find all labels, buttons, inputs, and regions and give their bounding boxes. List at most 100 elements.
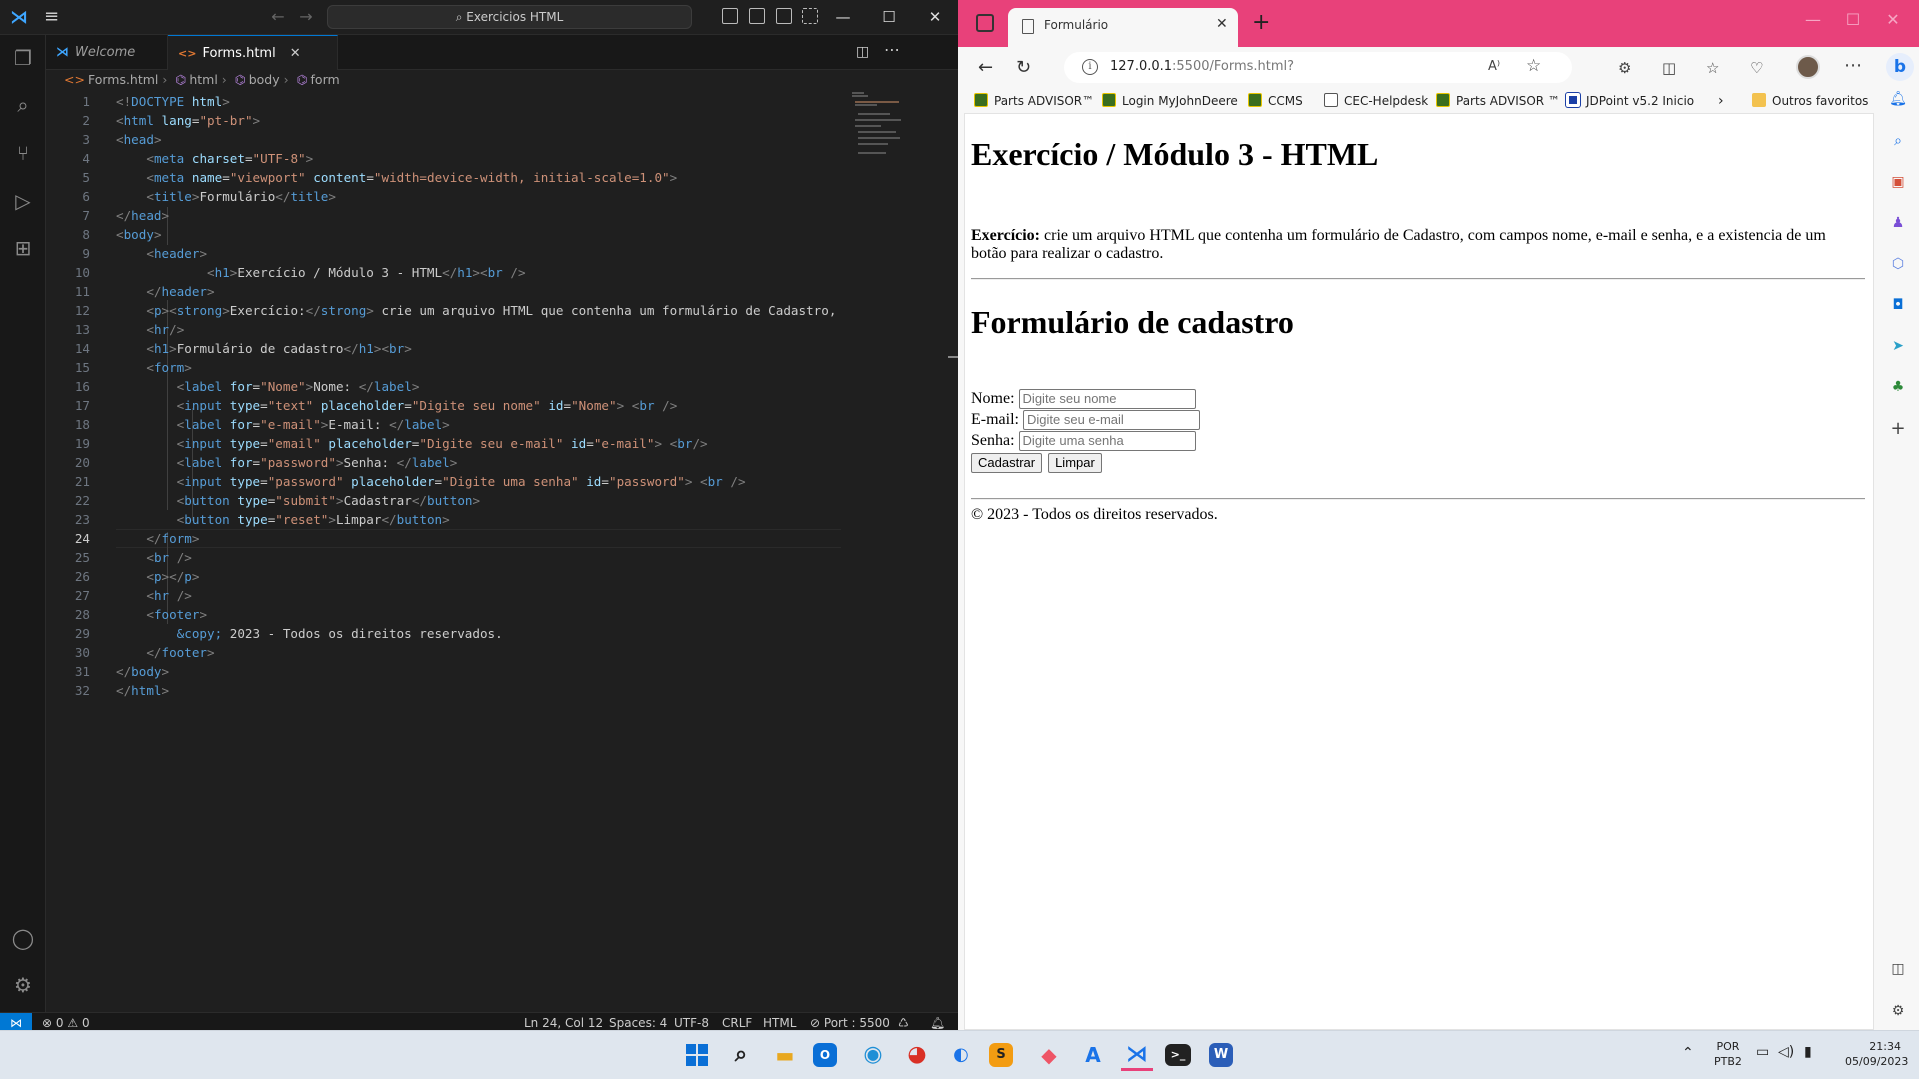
file-explorer-icon[interactable]: ▬ (769, 1039, 801, 1071)
battery-icon[interactable]: ▮ (1804, 1044, 1812, 1060)
menu-hamburger-icon[interactable]: ≡ (44, 6, 64, 28)
more-actions-icon[interactable]: ⋯ (884, 40, 900, 59)
tree-icon[interactable]: ♣ (1888, 377, 1908, 397)
language-mode[interactable]: HTML (763, 1013, 796, 1030)
tools-icon[interactable]: ▣ (1888, 172, 1908, 192)
favorite-star-icon[interactable]: ☆ (1526, 56, 1541, 76)
outlook-icon[interactable]: ◘ (1888, 295, 1908, 315)
email-input[interactable]: Digite seu e-mail (1022, 410, 1200, 430)
explorer-icon[interactable]: ❐ (10, 45, 36, 71)
forward-arrow-icon[interactable]: → (296, 7, 316, 27)
nome-input[interactable]: Digite seu nome (1018, 389, 1196, 409)
breadcrumb-form[interactable]: form (311, 72, 340, 87)
breadcrumb-html[interactable]: html (189, 72, 217, 87)
close-window-button[interactable]: ✕ (1878, 10, 1908, 29)
browser-essentials-icon[interactable]: ♡ (1750, 59, 1763, 77)
maximize-button[interactable]: ☐ (876, 5, 902, 29)
toggle-secondary-sidebar-icon[interactable] (776, 8, 792, 24)
colorful-app-icon[interactable]: ◆ (1033, 1039, 1065, 1071)
hide-sidebar-icon[interactable]: ◫ (1888, 959, 1908, 979)
back-arrow-icon[interactable]: ← (268, 7, 288, 27)
cadastrar-button[interactable]: Cadastrar (971, 453, 1043, 473)
browser-tab[interactable]: Formulário ✕ (1008, 8, 1238, 47)
extensions-icon[interactable]: ⊞ (10, 235, 36, 261)
run-debug-icon[interactable]: ▷ (10, 188, 36, 214)
edge-icon[interactable]: ◉ (857, 1039, 889, 1071)
tab-forms-html[interactable]: <> Forms.html ✕ (168, 35, 338, 70)
profile-avatar[interactable] (1796, 55, 1820, 79)
breadcrumb-file[interactable]: Forms.html (88, 72, 158, 87)
tab-actions-icon[interactable] (976, 14, 994, 32)
bing-copilot-icon[interactable]: b (1886, 53, 1914, 81)
bell-icon[interactable]: 🔔︎ (1888, 89, 1908, 109)
settings-gear-icon[interactable]: ⚙ (10, 972, 36, 998)
indentation-setting[interactable]: Spaces: 4 (609, 1013, 667, 1030)
chevron-up-icon[interactable]: ⌃ (1682, 1045, 1694, 1061)
favorite-link[interactable]: Parts ADVISOR™ (974, 92, 1094, 110)
command-center-search[interactable]: ⌕ Exercicios HTML (327, 5, 692, 29)
vscode-taskbar-icon[interactable]: ⋊ (1121, 1039, 1153, 1071)
read-aloud-icon[interactable]: A⁾ (1488, 59, 1500, 74)
favorites-icon[interactable]: ☆ (1706, 59, 1719, 77)
favorite-link[interactable]: CEC-Helpdesk (1324, 92, 1428, 110)
network-icon[interactable]: ▭ (1756, 1044, 1769, 1060)
account-icon[interactable]: ◯ (10, 925, 36, 951)
chevron-right-icon[interactable]: › (1718, 92, 1724, 110)
sublime-text-icon[interactable]: S (989, 1043, 1013, 1067)
maximize-button[interactable]: ☐ (1838, 10, 1868, 29)
close-tab-icon[interactable]: ✕ (290, 46, 301, 61)
site-info-icon[interactable]: i (1082, 59, 1098, 75)
translator-icon[interactable]: A (1077, 1039, 1109, 1071)
settings-gear-icon[interactable]: ⚙ (1888, 1001, 1908, 1021)
new-tab-button[interactable]: + (1252, 10, 1270, 35)
customize-layout-icon[interactable] (802, 8, 818, 24)
toggle-panel-icon[interactable] (749, 8, 765, 24)
source-control-icon[interactable]: ⑂ (10, 140, 36, 166)
minimize-button[interactable]: — (830, 5, 856, 29)
notifications-bell-icon[interactable]: 🔔︎ (930, 1013, 945, 1030)
back-arrow-icon[interactable]: ← (978, 57, 993, 78)
split-editor-icon[interactable]: ◫ (856, 44, 869, 60)
games-icon[interactable]: ♟ (1888, 213, 1908, 233)
terminal-icon[interactable]: >_ (1165, 1044, 1191, 1066)
extensions-puzzle-icon[interactable]: ⚙ (1618, 59, 1631, 77)
url-text[interactable]: 127.0.0.1:5500/Forms.html? (1110, 59, 1294, 74)
search-icon[interactable]: ⌕ (725, 1039, 757, 1071)
volume-icon[interactable]: ◁) (1778, 1044, 1794, 1060)
close-tab-icon[interactable]: ✕ (1216, 16, 1228, 32)
language-indicator[interactable]: POR PTB2 (1714, 1039, 1742, 1069)
limpar-button[interactable]: Limpar (1048, 453, 1102, 473)
live-server-port[interactable]: ⊘ Port : 5500 (810, 1013, 890, 1030)
split-screen-icon[interactable]: ◫ (1662, 59, 1676, 77)
minimap[interactable] (852, 92, 901, 162)
breadcrumb-body[interactable]: body (249, 72, 280, 87)
favorite-link[interactable]: Parts ADVISOR ™ (1436, 92, 1560, 110)
password-input[interactable]: Digite uma senha (1018, 431, 1196, 451)
editor-scroll-marker[interactable] (948, 356, 958, 358)
toggle-primary-sidebar-icon[interactable] (722, 8, 738, 24)
favorite-link[interactable]: Login MyJohnDeere (1102, 92, 1238, 110)
minimize-button[interactable]: — (1798, 10, 1828, 29)
windows-start-icon[interactable] (681, 1039, 713, 1071)
other-favorites-folder[interactable]: Outros favoritos (1752, 92, 1868, 110)
favorite-link[interactable]: CCMS (1248, 92, 1303, 110)
eol-setting[interactable]: CRLF (722, 1013, 752, 1030)
office-icon[interactable]: ⬡ (1888, 254, 1908, 274)
search-icon[interactable]: ⌕ (10, 92, 36, 118)
add-icon[interactable]: + (1888, 419, 1908, 439)
cursor-position[interactable]: Ln 24, Col 12 (524, 1013, 603, 1030)
chrome-icon[interactable]: ◕ (901, 1039, 933, 1071)
feedback-icon[interactable]: ♺ (898, 1013, 909, 1030)
code-editor[interactable]: 1 2 3 4 5 6 7 8 9 10 11 12 13 14 15 16 17 18 19 20 21 22 23 24 2… (46, 92, 841, 1012)
favorite-link[interactable]: JDPoint v5.2 Inicio (1566, 92, 1694, 110)
remote-indicator-icon[interactable]: ⋈ (0, 1013, 32, 1030)
outlook-icon[interactable]: O (813, 1043, 837, 1067)
word-icon[interactable]: W (1209, 1043, 1233, 1067)
search-icon[interactable]: ⌕ (1888, 131, 1908, 151)
more-menu-icon[interactable]: ⋯ (1844, 55, 1862, 76)
encoding-setting[interactable]: UTF-8 (674, 1013, 709, 1030)
system-clock[interactable]: 21:34 05/09/2023 (1845, 1039, 1908, 1069)
app-icon[interactable]: ◐ (945, 1039, 977, 1071)
close-window-button[interactable]: ✕ (922, 5, 948, 29)
refresh-icon[interactable]: ↻ (1016, 57, 1031, 78)
